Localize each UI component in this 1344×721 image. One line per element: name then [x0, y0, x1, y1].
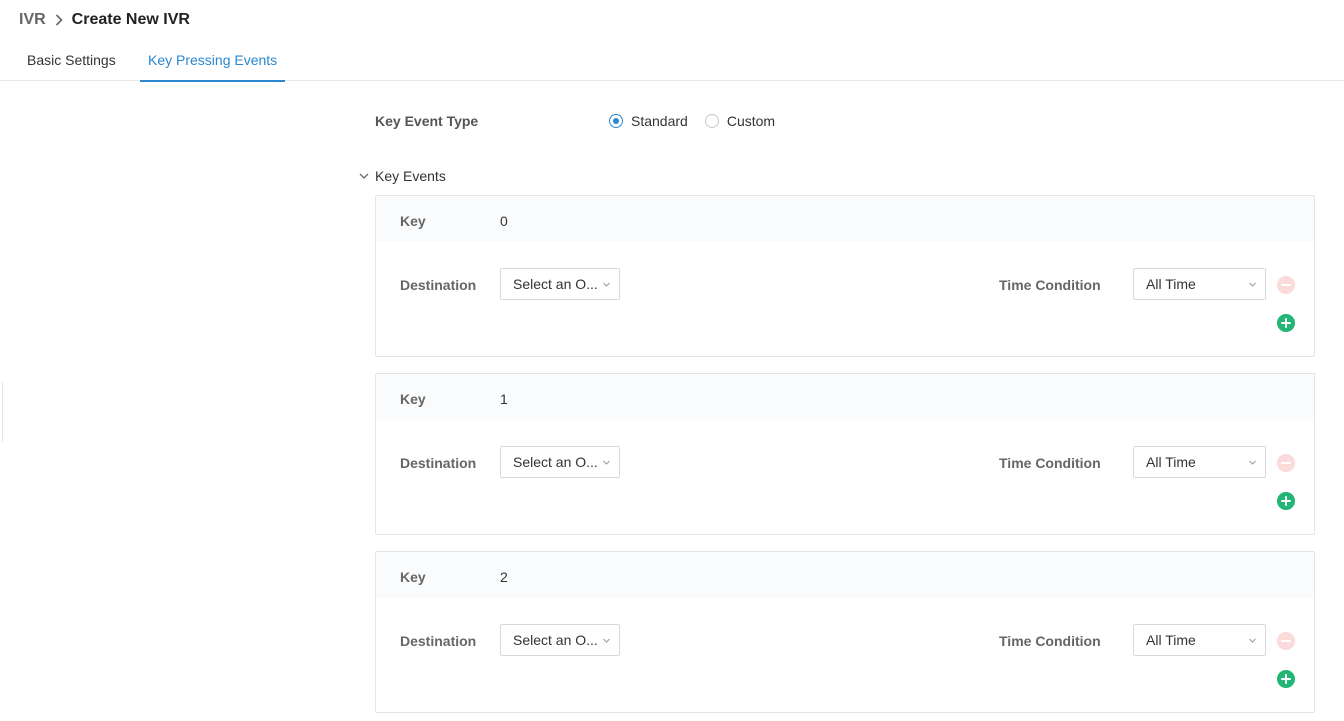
key-value: 2 — [500, 569, 508, 585]
destination-select-value: Select an O... — [513, 632, 598, 648]
add-time-condition-button[interactable] — [1277, 314, 1295, 332]
destination-select-value: Select an O... — [513, 276, 598, 292]
radio-unchecked-icon — [704, 114, 719, 128]
key-value: 1 — [500, 391, 508, 407]
time-condition-label: Time Condition — [999, 277, 1101, 293]
time-condition-select-value: All Time — [1146, 276, 1196, 292]
page-title: Create New IVR — [71, 11, 190, 28]
sidebar-collapse-handle[interactable] — [0, 382, 3, 442]
chevron-down-icon — [1249, 460, 1256, 465]
radio-standard-label: Standard — [631, 113, 688, 129]
remove-time-condition-button[interactable] — [1277, 632, 1295, 650]
add-time-condition-button[interactable] — [1277, 670, 1295, 688]
time-condition-select[interactable]: All Time — [1133, 446, 1266, 478]
chevron-down-icon — [603, 638, 610, 643]
chevron-down-icon — [603, 282, 610, 287]
tab-key-pressing-events[interactable]: Key Pressing Events — [140, 44, 286, 82]
radio-standard[interactable]: Standard — [609, 113, 688, 129]
radio-checked-icon — [609, 114, 623, 128]
key-event-card-0: Key 0 Destination Select an O... Time Co… — [375, 195, 1315, 357]
chevron-right-icon — [55, 14, 63, 26]
breadcrumb-parent-ivr[interactable]: IVR — [19, 11, 46, 29]
radio-custom[interactable]: Custom — [704, 113, 776, 129]
key-event-card-header — [376, 552, 1314, 598]
key-label: Key — [400, 213, 426, 229]
tab-basic-settings[interactable]: Basic Settings — [19, 44, 124, 81]
destination-select[interactable]: Select an O... — [500, 624, 620, 656]
key-event-card-header — [376, 374, 1314, 420]
remove-time-condition-button[interactable] — [1277, 276, 1295, 294]
key-label: Key — [400, 569, 426, 585]
time-condition-label: Time Condition — [999, 633, 1101, 649]
destination-label: Destination — [400, 633, 477, 649]
remove-time-condition-button[interactable] — [1277, 454, 1295, 472]
key-event-type-label: Key Event Type — [375, 113, 479, 129]
key-value: 0 — [500, 213, 508, 229]
radio-custom-label: Custom — [726, 113, 776, 129]
add-time-condition-button[interactable] — [1277, 492, 1295, 510]
key-events-section-toggle[interactable]: Key Events — [358, 168, 446, 184]
key-event-type-radio-group: Standard Custom — [609, 113, 792, 129]
breadcrumb: IVR Create New IVR — [19, 9, 190, 31]
chevron-down-icon — [603, 460, 610, 465]
time-condition-select-value: All Time — [1146, 454, 1196, 470]
time-condition-select[interactable]: All Time — [1133, 624, 1266, 656]
time-condition-select[interactable]: All Time — [1133, 268, 1266, 300]
chevron-down-icon — [1249, 638, 1256, 643]
key-label: Key — [400, 391, 426, 407]
time-condition-select-value: All Time — [1146, 632, 1196, 648]
time-condition-label: Time Condition — [999, 455, 1101, 471]
chevron-down-icon — [359, 173, 369, 179]
destination-select[interactable]: Select an O... — [500, 446, 620, 478]
destination-label: Destination — [400, 455, 477, 471]
key-event-card-1: Key 1 Destination Select an O... Time Co… — [375, 373, 1315, 535]
destination-select-value: Select an O... — [513, 454, 598, 470]
chevron-down-icon — [1249, 282, 1256, 287]
tab-bar: Basic Settings Key Pressing Events — [0, 44, 1344, 82]
key-event-card-2: Key 2 Destination Select an O... Time Co… — [375, 551, 1315, 713]
key-events-section-label: Key Events — [375, 168, 446, 184]
key-event-card-header — [376, 196, 1314, 242]
destination-select[interactable]: Select an O... — [500, 268, 620, 300]
page: IVR Create New IVR Basic Settings Key Pr… — [0, 0, 1344, 721]
destination-label: Destination — [400, 277, 477, 293]
